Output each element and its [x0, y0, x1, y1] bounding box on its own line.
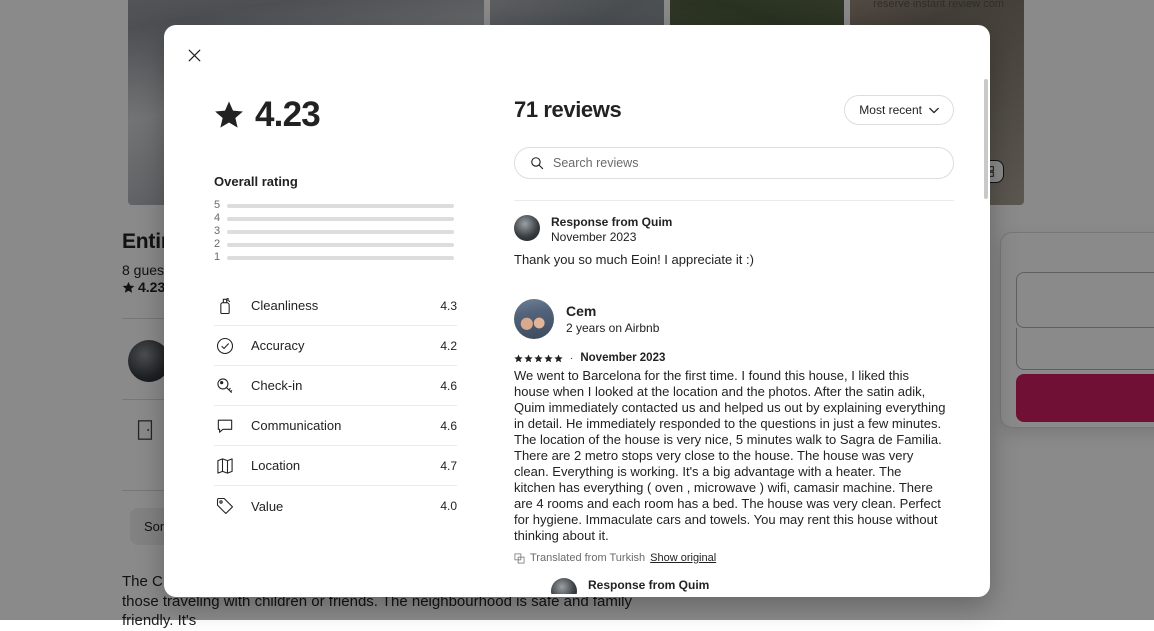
rating-summary-panel: 4.23 Overall rating 5 4 3 2 [164, 71, 504, 597]
host-avatar [514, 215, 540, 241]
rating-bar-label: 4 [214, 212, 227, 225]
star-icon [534, 354, 543, 363]
reviews-list[interactable]: Response from Quim November 2023 Thank y… [514, 201, 954, 594]
host-avatar [551, 578, 577, 594]
review-date: November 2023 [580, 352, 665, 364]
translation-label: Translated from Turkish [530, 552, 645, 564]
rating-bar-label: 2 [214, 238, 227, 251]
category-row-checkin: Check-in 4.6 [214, 366, 457, 406]
rating-bar-row: 5 [214, 199, 454, 212]
category-value: 4.0 [440, 499, 457, 513]
rating-bar-label: 5 [214, 199, 227, 212]
star-icon [514, 354, 523, 363]
review-author: Cem 2 years on Airbnb [514, 299, 946, 339]
close-icon [188, 49, 201, 62]
rating-bar-track [227, 217, 454, 221]
reviews-modal: 4.23 Overall rating 5 4 3 2 [164, 25, 990, 597]
chevron-down-icon [929, 107, 939, 114]
rating-bar-track [227, 243, 454, 247]
tag-icon [214, 495, 236, 517]
avatar [514, 299, 554, 339]
host-response-date: November 2023 [588, 593, 709, 594]
category-value: 4.3 [440, 299, 457, 313]
show-original-link[interactable]: Show original [650, 552, 716, 564]
category-row-communication: Communication 4.6 [214, 406, 457, 446]
overall-rating: 4.23 [214, 95, 504, 135]
host-response-date: November 2023 [551, 230, 672, 245]
reviews-scrollbar[interactable] [984, 79, 988, 199]
sort-dropdown[interactable]: Most recent [844, 95, 954, 125]
category-row-accuracy: Accuracy 4.2 [214, 326, 457, 366]
reviews-header: 71 reviews Most recent [504, 95, 954, 125]
host-response-name: Response from Quim [588, 578, 709, 592]
search-input[interactable] [553, 156, 938, 170]
category-row-cleanliness: Cleanliness 4.3 [214, 286, 457, 326]
host-response-meta: Response from Quim November 2023 [551, 215, 672, 245]
review-rating-row: · November 2023 [514, 352, 946, 364]
category-value: 4.7 [440, 459, 457, 473]
translate-icon [514, 553, 525, 564]
rating-bar-row: 1 [214, 251, 454, 264]
star-icon [214, 100, 244, 130]
reviews-panel: 71 reviews Most recent [504, 71, 990, 597]
search-icon [530, 156, 544, 170]
translation-notice: Translated from Turkish Show original [514, 552, 946, 564]
rating-bar-label: 1 [214, 251, 227, 264]
spray-bottle-icon [214, 295, 236, 317]
rating-bar-track [227, 256, 454, 260]
reviews-count: 71 reviews [514, 97, 621, 123]
overall-rating-label: Overall rating [214, 174, 504, 189]
host-response-nested: Response from Quim November 2023 Thank y… [514, 564, 946, 594]
key-icon [214, 375, 236, 397]
map-icon [214, 455, 236, 477]
overall-rating-value: 4.23 [255, 95, 320, 135]
category-label: Cleanliness [251, 298, 440, 313]
star-icon [554, 354, 563, 363]
chat-bubble-icon [214, 415, 236, 437]
host-response-top: Response from Quim November 2023 [514, 201, 946, 245]
category-label: Communication [251, 418, 440, 433]
modal-body: 4.23 Overall rating 5 4 3 2 [164, 71, 990, 597]
category-label: Accuracy [251, 338, 440, 353]
category-value: 4.6 [440, 379, 457, 393]
rating-bar-track [227, 230, 454, 234]
host-response-text: Thank you so much Eoin! I appreciate it … [514, 251, 946, 269]
check-circle-icon [214, 335, 236, 357]
rating-distribution-chart: 5 4 3 2 1 [214, 199, 454, 264]
category-value: 4.2 [440, 339, 457, 353]
separator-dot: · [570, 353, 573, 364]
reviewer-name: Cem [566, 303, 659, 320]
category-label: Check-in [251, 378, 440, 393]
reviewer-tenure: 2 years on Airbnb [566, 320, 659, 336]
category-value: 4.6 [440, 419, 457, 433]
rating-bar-track [227, 204, 454, 208]
category-ratings-list: Cleanliness 4.3 Accuracy 4.2 [214, 286, 457, 526]
host-response-name: Response from Quim [551, 215, 672, 229]
rating-bar-row: 4 [214, 212, 454, 225]
category-row-value: Value 4.0 [214, 486, 457, 526]
host-response-meta: Response from Quim November 2023 [588, 578, 709, 594]
close-button[interactable] [178, 39, 210, 71]
star-rating [514, 354, 563, 363]
sort-dropdown-label: Most recent [859, 103, 922, 117]
review-text: We went to Barcelona for the first time.… [514, 368, 946, 544]
category-label: Location [251, 458, 440, 473]
rating-bar-row: 2 [214, 238, 454, 251]
star-icon [544, 354, 553, 363]
category-row-location: Location 4.7 [214, 446, 457, 486]
star-icon [524, 354, 533, 363]
rating-bar-label: 3 [214, 225, 227, 238]
host-response-header: Response from Quim November 2023 [551, 564, 946, 594]
review-author-meta: Cem 2 years on Airbnb [566, 303, 659, 336]
rating-bar-row: 3 [214, 225, 454, 238]
category-label: Value [251, 499, 440, 514]
search-reviews-field[interactable] [514, 147, 954, 179]
